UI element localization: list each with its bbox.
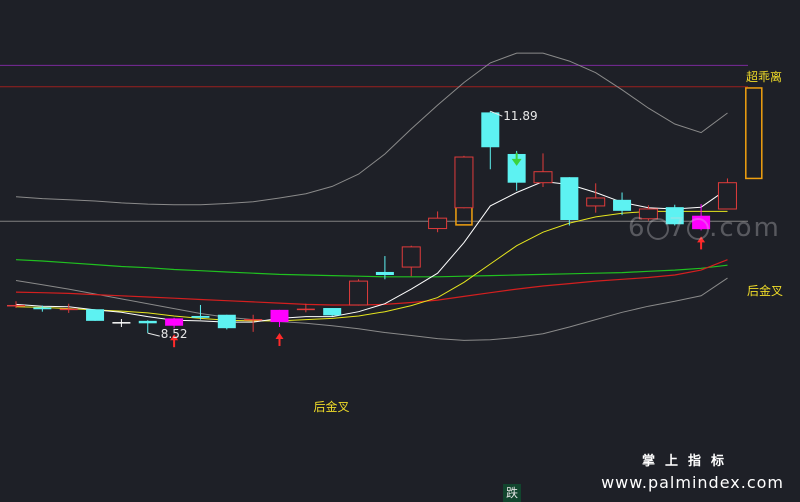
candlestick-chart: [0, 52, 763, 348]
candle-body: [481, 112, 500, 148]
signals: [147, 110, 706, 348]
status-badge: 跌: [503, 484, 521, 502]
candle-body: [86, 309, 105, 321]
golden-cross-tag: 后金叉: [747, 284, 784, 298]
price-low-label: 8.52: [160, 327, 188, 342]
candle-body: [7, 304, 25, 307]
candle-body: [296, 308, 315, 311]
logo-ring-icon: [687, 217, 710, 240]
watermark-title: 掌上指标: [641, 454, 734, 469]
logo-ring-icon: [646, 217, 669, 240]
candle-body: [270, 309, 289, 323]
bollinger-bands: [15, 52, 728, 341]
candle-body: [217, 314, 236, 329]
low-marker-line: [147, 332, 160, 337]
signal-box-bar: [745, 87, 763, 180]
candle-body: [33, 307, 52, 310]
candle-body: [586, 197, 606, 207]
candle-body: [533, 171, 553, 184]
candle-body: [323, 308, 342, 316]
reference-lines: [0, 64, 748, 222]
candle-body: [244, 319, 263, 321]
logo-text: 7: [668, 213, 688, 243]
candle-body: [138, 320, 157, 324]
ma-trend-line: [15, 259, 728, 278]
logo-text: 6: [628, 213, 647, 243]
candle-body: [59, 308, 78, 311]
candle-body: [191, 315, 210, 318]
candle-body: [401, 246, 421, 268]
logo-text: .com: [709, 213, 781, 243]
watermark-logo: 6 7 .com: [628, 213, 781, 243]
candle-body: [349, 280, 369, 306]
watermark-url: www.palmindex.com: [601, 473, 784, 492]
candle-body: [375, 271, 394, 276]
price-high-label: 11.89: [503, 109, 538, 124]
buy-signal-label: 后金叉: [313, 400, 350, 414]
overbought-tag: 超乖离: [746, 70, 783, 84]
candle-body: [560, 177, 579, 220]
candle-body: [717, 182, 737, 210]
band-upper-line: [15, 52, 728, 206]
band-lower-line: [15, 277, 728, 341]
candle-body: [428, 217, 448, 230]
candle-body: [112, 322, 131, 324]
candle-body: [165, 318, 184, 326]
candle-body: [613, 199, 632, 211]
candle-body: [454, 156, 474, 209]
